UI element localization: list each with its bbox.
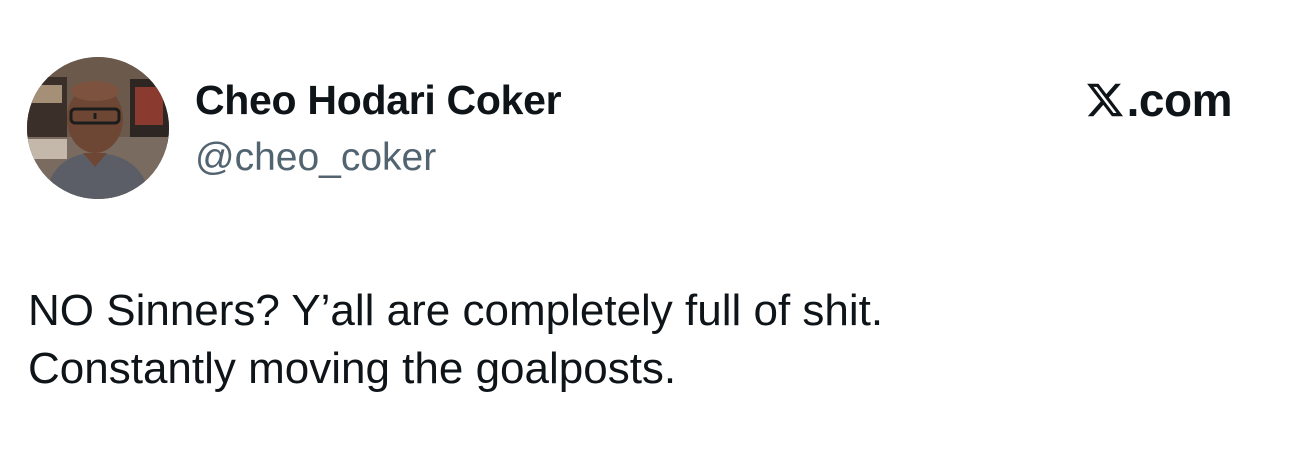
brand-label: .com: [1084, 74, 1233, 126]
tweet-card: Cheo Hodari Coker @cheo_coker .com NO Si…: [0, 0, 1290, 458]
tweet-text: NO Sinners? Y’all are completely full of…: [28, 282, 1248, 398]
tweet-text-line: NO Sinners? Y’all are completely full of…: [28, 286, 884, 335]
author-display-name[interactable]: Cheo Hodari Coker: [195, 76, 562, 124]
author-handle[interactable]: @cheo_coker: [195, 134, 436, 182]
brand-text: .com: [1126, 74, 1233, 126]
x-logo-icon: [1086, 83, 1123, 117]
profile-photo-icon: [27, 57, 169, 199]
avatar[interactable]: [27, 57, 169, 199]
tweet-text-line: Constantly moving the goalposts.: [28, 344, 677, 393]
